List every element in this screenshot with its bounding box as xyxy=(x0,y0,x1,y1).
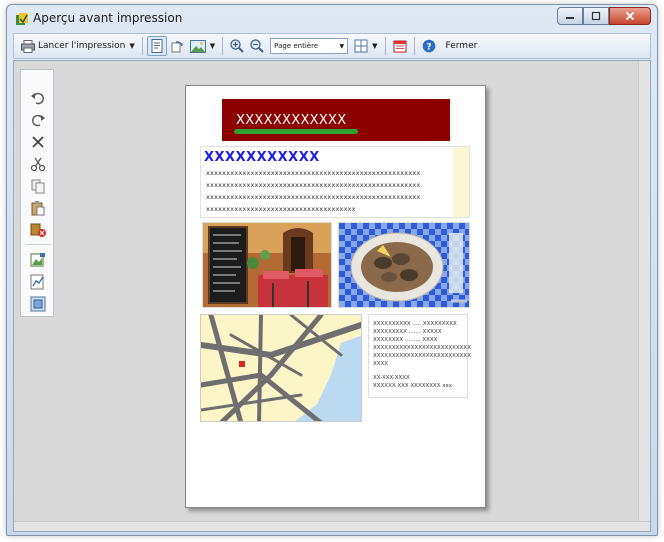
phone-line: XX-XXX-XXXX xyxy=(373,375,410,381)
address-line: XXXXXX XXX XXXXXXXX xxx xyxy=(373,383,453,389)
clear-icon[interactable] xyxy=(30,222,46,238)
print-label: Lancer l'impression xyxy=(38,41,126,51)
location-map xyxy=(200,314,362,422)
rotate-icon xyxy=(171,41,183,53)
edit-sidebar xyxy=(20,69,54,317)
zoom-select[interactable]: Page entière ▼ xyxy=(270,38,349,54)
grid-button[interactable]: ▼ xyxy=(351,36,380,56)
address-line: XXXXXXXXX ....... XXXXX xyxy=(373,329,442,335)
print-preview-window: Aperçu avant impression Lancer l'impress… xyxy=(6,4,658,536)
image-icon xyxy=(189,39,206,53)
body-text-line: xxxxxxxxxxxxxxxxxxxxxxxxxxxxxxxxxxxxxxxx… xyxy=(206,169,421,177)
address-line: XXXXXXXXXX ..... XXXXXXXXX xyxy=(373,321,457,327)
body-text-line: xxxxxxxxxxxxxxxxxxxxxxxxxxxxxxxxxxxxxxxx… xyxy=(206,193,421,201)
printer-icon xyxy=(21,39,35,53)
address-line: XXXXXXXXXXXXXXXXXXXXXXXXXX xyxy=(373,345,471,351)
title-bar[interactable]: Aperçu avant impression xyxy=(7,5,657,33)
chevron-down-icon[interactable]: ▼ xyxy=(372,42,377,50)
toolbar-separator xyxy=(413,37,415,55)
address-line: XXXXXXXXXXXXXXXXXXXXXXXXXX xyxy=(373,353,471,359)
single-page-icon xyxy=(151,39,163,53)
svg-text:?: ? xyxy=(426,43,431,53)
zoom-dropdown[interactable]: Page entière ▼ xyxy=(267,36,351,56)
zoom-in-button[interactable] xyxy=(227,36,247,56)
help-button[interactable]: ? xyxy=(419,36,439,56)
close-preview-button[interactable]: Fermer xyxy=(439,36,481,56)
delete-icon[interactable] xyxy=(30,134,46,150)
vertical-scrollbar[interactable] xyxy=(638,61,650,531)
address-line: XXXX xyxy=(373,361,389,367)
chart-icon[interactable] xyxy=(30,274,46,290)
paste-icon[interactable] xyxy=(30,200,46,216)
image-edit-icon[interactable] xyxy=(30,252,46,268)
undo-icon[interactable] xyxy=(30,90,46,106)
chevron-down-icon[interactable]: ▼ xyxy=(210,42,215,50)
text-block: XXXXXXXXXXX xxxxxxxxxxxxxxxxxxxxxxxxxxxx… xyxy=(200,146,470,218)
chevron-down-icon: ▼ xyxy=(339,42,345,50)
zoom-in-icon xyxy=(230,39,244,53)
close-window-button[interactable] xyxy=(609,7,651,25)
preview-page: XXXXXXXXXXXX XXXXXXXXXXX xxxxxxxxxxxxxxx… xyxy=(185,85,486,508)
chevron-down-icon[interactable]: ▼ xyxy=(129,42,134,50)
zoom-value: Page entière xyxy=(274,42,319,50)
picture-icon[interactable] xyxy=(30,296,46,312)
help-icon: ? xyxy=(422,39,435,53)
banner-underline xyxy=(234,129,358,134)
image-button[interactable]: ▼ xyxy=(187,36,218,56)
calendar-icon xyxy=(393,40,407,53)
banner-text: XXXXXXXXXXXX xyxy=(236,113,347,128)
grid-icon xyxy=(354,39,368,53)
preview-area[interactable]: XXXXXXXXXXXX XXXXXXXXXXX xxxxxxxxxxxxxxx… xyxy=(13,60,651,532)
restaurant-photo xyxy=(202,222,332,308)
body-text-line: xxxxxxxxxxxxxxxxxxxxxxxxxxxxxxxxxxxxxxxx… xyxy=(206,181,421,189)
horizontal-scrollbar[interactable] xyxy=(14,521,650,531)
body-text-line: xxxxxxxxxxxxxxxxxxxxxxxxxxxxxxxxxxxxx xyxy=(206,205,356,213)
seafood-photo xyxy=(338,222,470,308)
copy-icon[interactable] xyxy=(30,178,46,194)
toolbar: Lancer l'impression ▼ ▼ Page entière ▼ ▼… xyxy=(13,33,651,59)
maximize-button[interactable] xyxy=(583,7,609,25)
address-line: XXXXXXXX ......... XXXX xyxy=(373,337,438,343)
toolbar-separator xyxy=(384,37,386,55)
close-label: Fermer xyxy=(445,41,478,51)
zoom-out-button[interactable] xyxy=(247,36,267,56)
address-block: XXXXXXXXXX ..... XXXXXXXXX XXXXXXXXX ...… xyxy=(368,314,471,398)
minimize-button[interactable] xyxy=(557,7,583,25)
print-button[interactable]: Lancer l'impression ▼ xyxy=(18,36,138,56)
calendar-button[interactable] xyxy=(390,36,410,56)
redo-icon[interactable] xyxy=(30,112,46,128)
cut-icon[interactable] xyxy=(30,156,46,172)
page-heading: XXXXXXXXXXX xyxy=(204,150,320,165)
rotate-button[interactable] xyxy=(167,36,187,56)
zoom-out-icon xyxy=(250,39,264,53)
toolbar-separator xyxy=(222,37,224,55)
single-page-button[interactable] xyxy=(146,36,167,56)
text-block-edge xyxy=(453,147,469,217)
page-banner: XXXXXXXXXXXX xyxy=(222,99,450,141)
window-title: Aperçu avant impression xyxy=(33,11,183,25)
sidebar-separator xyxy=(25,244,51,245)
app-icon xyxy=(16,13,28,25)
toolbar-separator xyxy=(141,37,143,55)
window-controls xyxy=(557,7,651,25)
